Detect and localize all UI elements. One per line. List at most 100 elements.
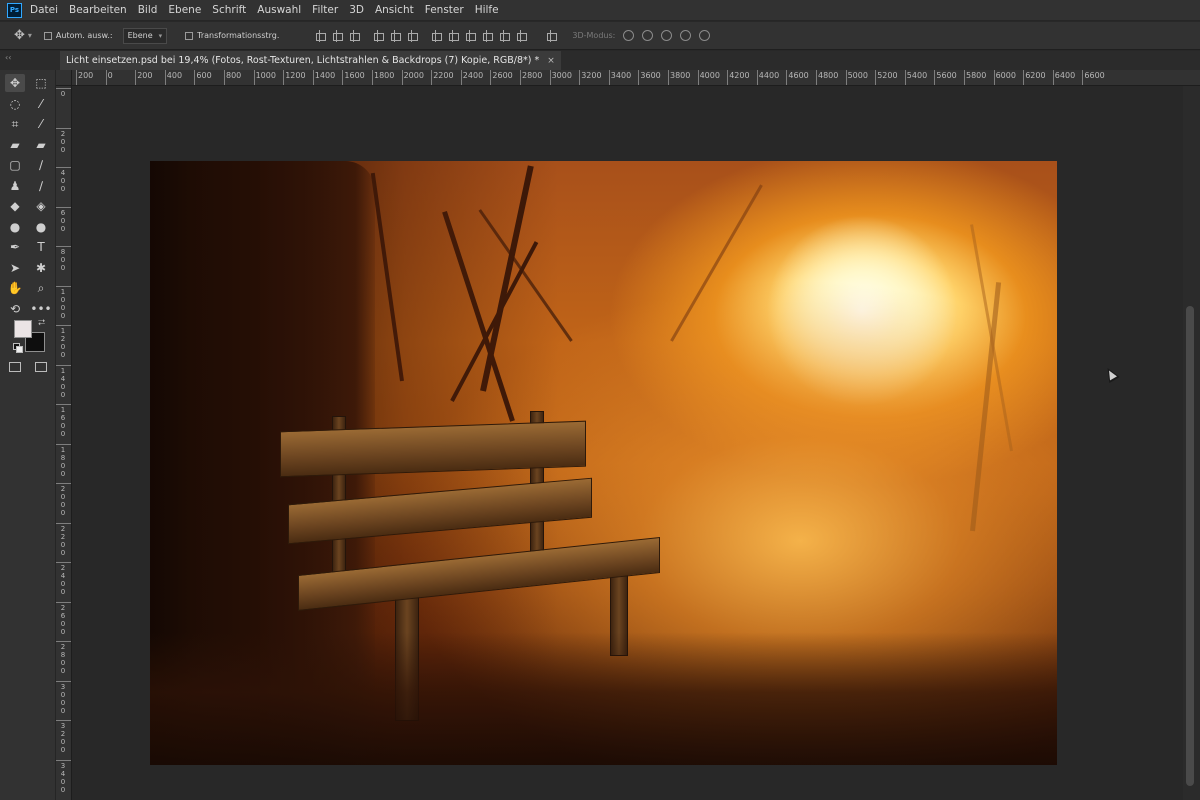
ruler-label: 2 0 0 (60, 129, 66, 154)
history-brush-tool-icon[interactable]: ∕ (31, 177, 51, 195)
menu-item-filter[interactable]: Filter (312, 4, 338, 16)
distribute-buttons (431, 29, 528, 42)
ruler-label: 2 4 0 0 (60, 564, 66, 596)
scrollbar-thumb[interactable] (1186, 306, 1194, 786)
ruler-tick (56, 759, 71, 761)
tool-row: ● ● (0, 218, 56, 236)
ruler-tick (56, 562, 71, 563)
document-tab-bar: ‹‹ Licht einsetzen.psd bei 19,4% (Fotos,… (0, 51, 1200, 70)
ruler-tick (875, 70, 877, 85)
menu-item-ansicht[interactable]: Ansicht (375, 4, 414, 16)
align-horizontal-center-icon[interactable] (390, 29, 402, 42)
ruler-label: 4600 (788, 71, 809, 80)
custom-shape-tool-icon[interactable]: ✱ (31, 259, 51, 277)
quick-mask-icon[interactable] (9, 362, 21, 372)
ruler-tick (56, 167, 71, 168)
ruler-label: 600 (196, 71, 212, 80)
checkbox-icon[interactable] (43, 31, 52, 40)
transform-controls-checkbox[interactable]: Transformationsstrg. (185, 31, 279, 40)
patch-tool-icon[interactable]: ▰ (31, 136, 51, 154)
horizontal-ruler[interactable]: 200 0 200 400 600 800 1000 1200 1400 1600 1800 2000… (56, 70, 1200, 86)
menu-item-bild[interactable]: Bild (138, 4, 158, 16)
ruler-tick (786, 70, 788, 85)
checkbox-icon[interactable] (185, 31, 194, 40)
align-right-icon[interactable] (407, 29, 419, 42)
magic-wand-tool-icon[interactable]: ⁄ (31, 95, 51, 113)
ruler-tick (56, 404, 71, 405)
menu-item-bearbeiten[interactable]: Bearbeiten (69, 4, 127, 16)
more-tools-icon[interactable]: ••• (30, 300, 51, 318)
ruler-tick (56, 246, 71, 247)
foreground-color-swatch[interactable] (14, 320, 32, 338)
3d-scale-icon[interactable] (699, 30, 711, 41)
screen-mode-icon[interactable] (35, 362, 47, 372)
menu-item-auswahl[interactable]: Auswahl (257, 4, 301, 16)
zoom-tool-icon[interactable]: ⌕ (31, 279, 51, 297)
default-colors-icon[interactable] (13, 343, 23, 353)
distribute-center-icon[interactable] (448, 29, 460, 42)
healing-brush-tool-icon[interactable]: ▰ (5, 136, 25, 154)
swap-colors-icon[interactable]: ⮂ (38, 318, 45, 328)
ruler-tick (105, 70, 107, 85)
crop-tool-icon[interactable]: ⌗ (5, 115, 25, 133)
rotate-view-tool-icon[interactable]: ⟲ (5, 300, 25, 318)
distribute-left-icon[interactable] (482, 29, 494, 42)
ruler-tick (56, 443, 71, 445)
collapse-panels-icon[interactable]: ‹‹ (5, 53, 11, 62)
path-selection-tool-icon[interactable]: ➤ (5, 259, 25, 277)
type-tool-icon[interactable]: T (31, 238, 51, 256)
move-tool-icon[interactable]: ✥ (5, 74, 25, 92)
distribute-hcenter-icon[interactable] (499, 29, 511, 42)
photoshop-logo[interactable]: Ps (7, 2, 22, 18)
marquee-tool-icon[interactable]: ⬚ (31, 74, 51, 92)
3d-roll-icon[interactable] (642, 30, 654, 41)
layer-select-dropdown[interactable]: Ebene ▾ (122, 27, 168, 44)
align-left-icon[interactable] (373, 29, 385, 42)
ruler-tick (845, 70, 847, 85)
distribute-right-icon[interactable] (516, 29, 528, 42)
vertical-ruler[interactable]: 0 2 0 0 4 0 0 6 0 0 8 0 0 1 0 0 0 1 2 0 0 1 4 0… (56, 86, 72, 800)
chevron-down-icon[interactable]: ▾ (28, 31, 32, 40)
brush-tool-icon[interactable]: ∕ (31, 156, 51, 174)
menu-item-hilfe[interactable]: Hilfe (475, 4, 499, 16)
pen-tool-icon[interactable]: ✒ (5, 238, 25, 256)
lasso-tool-icon[interactable]: ◌ (5, 95, 25, 113)
move-tool-preset-icon[interactable]: ✥ (14, 28, 25, 43)
align-vertical-center-icon[interactable] (332, 29, 344, 42)
menu-item-fenster[interactable]: Fenster (425, 4, 464, 16)
ruler-label: 1 8 0 0 (60, 445, 66, 478)
3d-pan-icon[interactable] (661, 30, 673, 41)
blur-tool-icon[interactable]: ● (5, 218, 25, 236)
ruler-tick (401, 70, 403, 85)
dodge-tool-icon[interactable]: ● (31, 218, 51, 236)
eyedropper-tool-icon[interactable]: ⁄ (31, 115, 51, 133)
ruler-label: 1000 (255, 71, 276, 80)
document-tab[interactable]: Licht einsetzen.psd bei 19,4% (Fotos, Ro… (60, 51, 561, 70)
ruler-tick (56, 522, 71, 524)
clone-stamp-tool-icon[interactable]: ♟ (5, 177, 25, 195)
hand-tool-icon[interactable]: ✋ (5, 279, 25, 297)
menu-item-3d[interactable]: 3D (349, 4, 364, 16)
ruler-label: 4400 (758, 71, 780, 80)
paint-bucket-tool-icon[interactable]: ◈ (31, 197, 51, 215)
eraser-tool-icon[interactable]: ◆ (5, 197, 25, 215)
tool-row: ✋ ⌕ (0, 279, 56, 297)
close-icon[interactable]: × (547, 56, 555, 66)
distribute-bottom-icon[interactable] (465, 29, 477, 42)
align-top-icon[interactable] (315, 29, 327, 42)
document-image[interactable] (150, 161, 1057, 765)
align-bottom-icon[interactable] (349, 29, 361, 42)
3d-slide-icon[interactable] (680, 30, 692, 41)
menu-item-schrift[interactable]: Schrift (212, 4, 246, 16)
more-align-options-icon[interactable] (546, 29, 558, 42)
ruler-label: 1 2 0 0 (60, 327, 66, 359)
3d-orbit-icon[interactable] (623, 30, 635, 41)
distribute-top-icon[interactable] (431, 29, 443, 42)
ruler-tick (312, 70, 314, 85)
menu-item-ebene[interactable]: Ebene (168, 4, 201, 16)
auto-select-checkbox[interactable]: Autom. ausw.: (43, 31, 113, 40)
menu-item-datei[interactable]: Datei (30, 4, 58, 16)
frame-tool-icon[interactable]: ▢ (5, 156, 25, 174)
ruler-label: 8 0 0 (60, 248, 66, 272)
ruler-label: 1800 (374, 71, 395, 80)
